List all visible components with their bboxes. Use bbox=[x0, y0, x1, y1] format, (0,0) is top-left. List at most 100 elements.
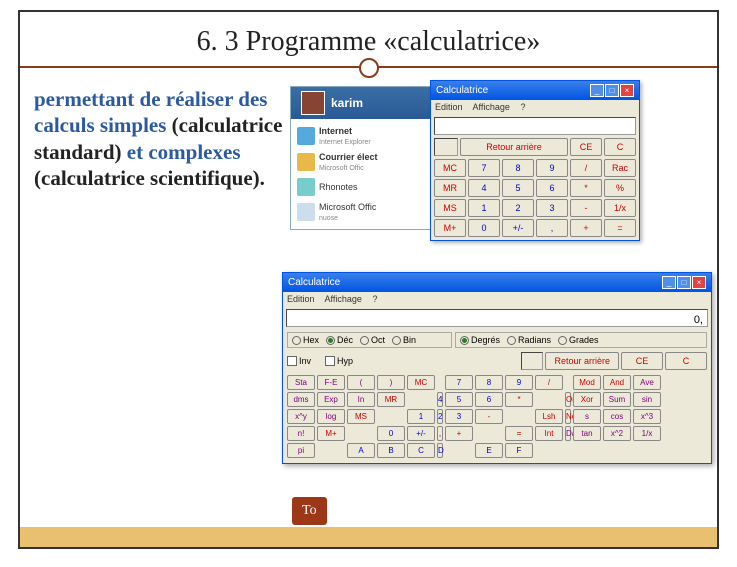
key-rac[interactable]: Rac bbox=[604, 159, 636, 177]
key-[interactable]: ) bbox=[377, 375, 405, 390]
maximize-button[interactable]: □ bbox=[677, 276, 691, 289]
key-c[interactable]: C bbox=[407, 443, 435, 458]
minimize-button[interactable]: _ bbox=[662, 276, 676, 289]
key-4[interactable]: 4 bbox=[437, 392, 443, 407]
key-6[interactable]: 6 bbox=[475, 392, 503, 407]
start-item-mail[interactable]: Courrier électMicrosoft Offic bbox=[295, 149, 427, 175]
key-[interactable]: + bbox=[445, 426, 473, 441]
key-e[interactable]: E bbox=[475, 443, 503, 458]
key-2[interactable]: 2 bbox=[502, 199, 534, 217]
ce-button[interactable]: CE bbox=[570, 138, 602, 156]
key-[interactable]: * bbox=[570, 179, 602, 197]
key-f[interactable]: F bbox=[505, 443, 533, 458]
menu-affichage[interactable]: Affichage bbox=[325, 294, 362, 304]
key-cos[interactable]: cos bbox=[603, 409, 631, 424]
key-s[interactable]: s bbox=[573, 409, 601, 424]
radio-grades[interactable]: Grades bbox=[558, 335, 599, 345]
key-not[interactable]: Not bbox=[565, 409, 571, 424]
calc-std-titlebar[interactable]: Calculatrice _ □ × bbox=[431, 81, 639, 100]
key-in[interactable]: In bbox=[347, 392, 375, 407]
key-1[interactable]: 1 bbox=[407, 409, 435, 424]
key-[interactable]: / bbox=[535, 375, 563, 390]
footer-button[interactable]: To bbox=[292, 497, 327, 525]
hyp-checkbox[interactable]: Hyp bbox=[325, 356, 353, 366]
key-3[interactable]: 3 bbox=[445, 409, 473, 424]
radio-oct[interactable]: Oct bbox=[360, 335, 385, 345]
key-mc[interactable]: MC bbox=[407, 375, 435, 390]
key-sin[interactable]: sin bbox=[633, 392, 661, 407]
key-m[interactable]: M+ bbox=[434, 219, 466, 237]
key-[interactable]: * bbox=[505, 392, 533, 407]
key-[interactable]: , bbox=[536, 219, 568, 237]
key-lsh[interactable]: Lsh bbox=[535, 409, 563, 424]
key-mr[interactable]: MR bbox=[377, 392, 405, 407]
key-[interactable]: + bbox=[570, 219, 602, 237]
key-or[interactable]: Or bbox=[565, 392, 571, 407]
key-b[interactable]: B bbox=[377, 443, 405, 458]
menu-help[interactable]: ? bbox=[372, 294, 377, 304]
close-button[interactable]: × bbox=[620, 84, 634, 97]
key-xor[interactable]: Xor bbox=[573, 392, 601, 407]
key-[interactable]: - bbox=[475, 409, 503, 424]
key-2[interactable]: 2 bbox=[437, 409, 443, 424]
key-ms[interactable]: MS bbox=[434, 199, 466, 217]
key-log[interactable]: log bbox=[317, 409, 345, 424]
ce-button[interactable]: CE bbox=[621, 352, 663, 370]
key-m[interactable]: M+ bbox=[317, 426, 345, 441]
back-button[interactable]: Retour arrière bbox=[545, 352, 619, 370]
key-[interactable]: +/- bbox=[407, 426, 435, 441]
key-mod[interactable]: Mod bbox=[573, 375, 601, 390]
radio-déc[interactable]: Déc bbox=[326, 335, 353, 345]
key-[interactable]: ( bbox=[347, 375, 375, 390]
radio-hex[interactable]: Hex bbox=[292, 335, 319, 345]
key-7[interactable]: 7 bbox=[468, 159, 500, 177]
key-sta[interactable]: Sta bbox=[287, 375, 315, 390]
key-exp[interactable]: Exp bbox=[317, 392, 345, 407]
key-[interactable]: = bbox=[604, 219, 636, 237]
key-[interactable]: / bbox=[570, 159, 602, 177]
key-[interactable]: - bbox=[570, 199, 602, 217]
key-[interactable]: +/- bbox=[502, 219, 534, 237]
key-x2[interactable]: x^2 bbox=[603, 426, 631, 441]
start-item-internet[interactable]: InternetInternet Explorer bbox=[295, 123, 427, 149]
key-7[interactable]: 7 bbox=[445, 375, 473, 390]
key-5[interactable]: 5 bbox=[445, 392, 473, 407]
key-sum[interactable]: Sum bbox=[603, 392, 631, 407]
key-xy[interactable]: x^y bbox=[287, 409, 315, 424]
key-9[interactable]: 9 bbox=[505, 375, 533, 390]
menu-edition[interactable]: Edition bbox=[435, 102, 463, 112]
key-a[interactable]: A bbox=[347, 443, 375, 458]
key-[interactable]: , bbox=[437, 426, 443, 441]
start-item-notes[interactable]: Rhonotes bbox=[295, 175, 427, 199]
start-item-office[interactable]: Microsoft Officnuose bbox=[295, 199, 427, 225]
key-1[interactable]: 1 bbox=[468, 199, 500, 217]
key-[interactable]: = bbox=[505, 426, 533, 441]
key-ave[interactable]: Ave bbox=[633, 375, 661, 390]
key-n[interactable]: n! bbox=[287, 426, 315, 441]
menu-edition[interactable]: Edition bbox=[287, 294, 315, 304]
close-button[interactable]: × bbox=[692, 276, 706, 289]
key-mr[interactable]: MR bbox=[434, 179, 466, 197]
key-3[interactable]: 3 bbox=[536, 199, 568, 217]
c-button[interactable]: C bbox=[665, 352, 707, 370]
key-8[interactable]: 8 bbox=[502, 159, 534, 177]
menu-help[interactable]: ? bbox=[520, 102, 525, 112]
key-1x[interactable]: 1/x bbox=[633, 426, 661, 441]
key-pi[interactable]: pi bbox=[287, 443, 315, 458]
calc-sci-titlebar[interactable]: Calculatrice _ □ × bbox=[283, 273, 711, 292]
minimize-button[interactable]: _ bbox=[590, 84, 604, 97]
key-mc[interactable]: MC bbox=[434, 159, 466, 177]
maximize-button[interactable]: □ bbox=[605, 84, 619, 97]
key-dms[interactable]: dms bbox=[287, 392, 315, 407]
key-int[interactable]: Int bbox=[535, 426, 563, 441]
inv-checkbox[interactable]: Inv bbox=[287, 356, 311, 366]
key-[interactable]: % bbox=[604, 179, 636, 197]
key-5[interactable]: 5 bbox=[502, 179, 534, 197]
key-dat[interactable]: Dat bbox=[565, 426, 571, 441]
back-button[interactable]: Retour arrière bbox=[460, 138, 568, 156]
key-d[interactable]: D bbox=[437, 443, 443, 458]
key-and[interactable]: And bbox=[603, 375, 631, 390]
key-4[interactable]: 4 bbox=[468, 179, 500, 197]
key-6[interactable]: 6 bbox=[536, 179, 568, 197]
radio-bin[interactable]: Bin bbox=[392, 335, 416, 345]
